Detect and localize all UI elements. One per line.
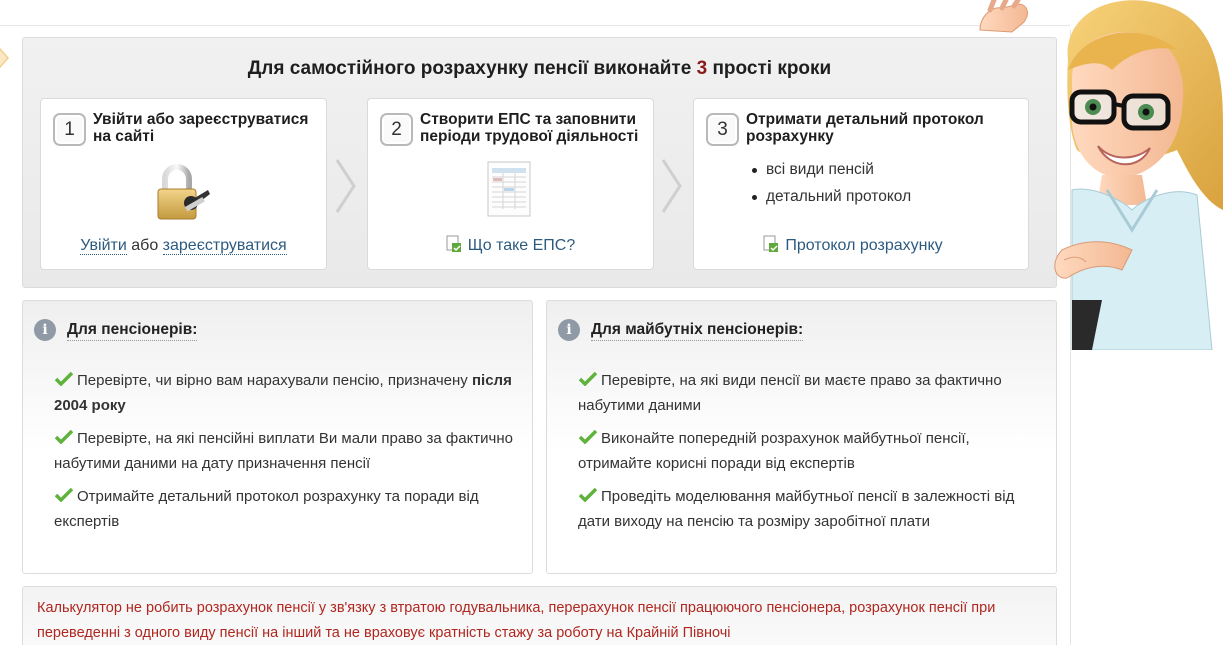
list-item: Отримайте детальний протокол розрахунку … (54, 488, 479, 530)
register-link[interactable]: зареєструватися (162, 237, 287, 255)
chevron-right-icon (335, 159, 356, 213)
document-icon (446, 235, 461, 252)
top-divider (0, 25, 1070, 26)
list-item: Перевірте, чи вірно вам нарахували пенсі… (54, 372, 512, 414)
info-icon: i (34, 319, 56, 341)
steps-title: Для самостійного розрахунку пенсії викон… (247, 58, 832, 79)
pensioners-title: Для пенсіонерів: (67, 321, 198, 341)
list-item: Перевірте, на які види пенсії ви маєте п… (578, 372, 1002, 414)
checkmark-icon (54, 372, 74, 386)
step-number: 1 (53, 113, 86, 146)
checkmark-icon (578, 372, 598, 386)
list-item: Перевірте, на які пенсійні виплати Ви ма… (54, 430, 513, 472)
checkmark-icon (578, 430, 598, 444)
document-icon (763, 235, 779, 252)
step-card-eps: 2 Створити ЕПС та заповнити періоди труд… (367, 98, 654, 270)
assistant-mascot-illustration (979, 0, 1223, 350)
what-is-eps-link[interactable]: Що таке ЕПС? (468, 237, 576, 254)
step-title: Створити ЕПС та заповнити періоди трудов… (420, 111, 639, 145)
info-icon: i (558, 319, 580, 341)
calculator-limitation-warning: Калькулятор не робить розрахунок пенсії … (22, 586, 1057, 645)
checkmark-icon (54, 430, 74, 444)
left-arrow-tab (0, 47, 9, 69)
checkmark-icon (54, 488, 74, 502)
or-text: або (126, 237, 163, 254)
step-card-login: 1 Увійти або зареєструватися на сайті Ув… (40, 98, 327, 270)
future-pensioners-list: Перевірте, на які види пенсії ви маєте п… (578, 368, 1038, 542)
protocol-link-row: Протокол розрахунку (686, 235, 1020, 255)
calculation-protocol-link[interactable]: Протокол розрахунку (785, 237, 942, 254)
pensioners-list: Перевірте, чи вірно вам нарахували пенсі… (54, 368, 514, 542)
steps-panel: Для самостійного розрахунку пенсії викон… (22, 37, 1057, 288)
padlock-key-icon (157, 164, 210, 220)
checkmark-icon (578, 488, 598, 502)
list-item: всі види пенсій (752, 161, 911, 179)
spreadsheet-icon (487, 161, 531, 217)
list-item: Проведіть моделювання майбутньої пенсії … (578, 488, 1015, 530)
chevron-right-icon (661, 159, 682, 213)
step-title: Увійти або зареєструватися на сайті (93, 111, 309, 145)
login-link[interactable]: Увійти (80, 237, 127, 255)
list-item: Виконайте попередній розрахунок майбутнь… (578, 430, 970, 472)
step-title: Отримати детальний протокол розрахунку (746, 111, 984, 145)
step-bullet-list: всі види пенсій детальний протокол (752, 161, 911, 215)
step-number: 3 (706, 113, 739, 146)
eps-link-row: Що таке ЕПС? (368, 235, 653, 255)
login-register-links: Увійти або зареєструватися (41, 237, 326, 255)
step-number: 2 (380, 113, 413, 146)
list-item: детальний протокол (752, 188, 911, 206)
pensioners-panel: i Для пенсіонерів: Перевірте, чи вірно в… (22, 300, 533, 574)
future-pensioners-title: Для майбутніх пенсіонерів: (591, 321, 804, 341)
